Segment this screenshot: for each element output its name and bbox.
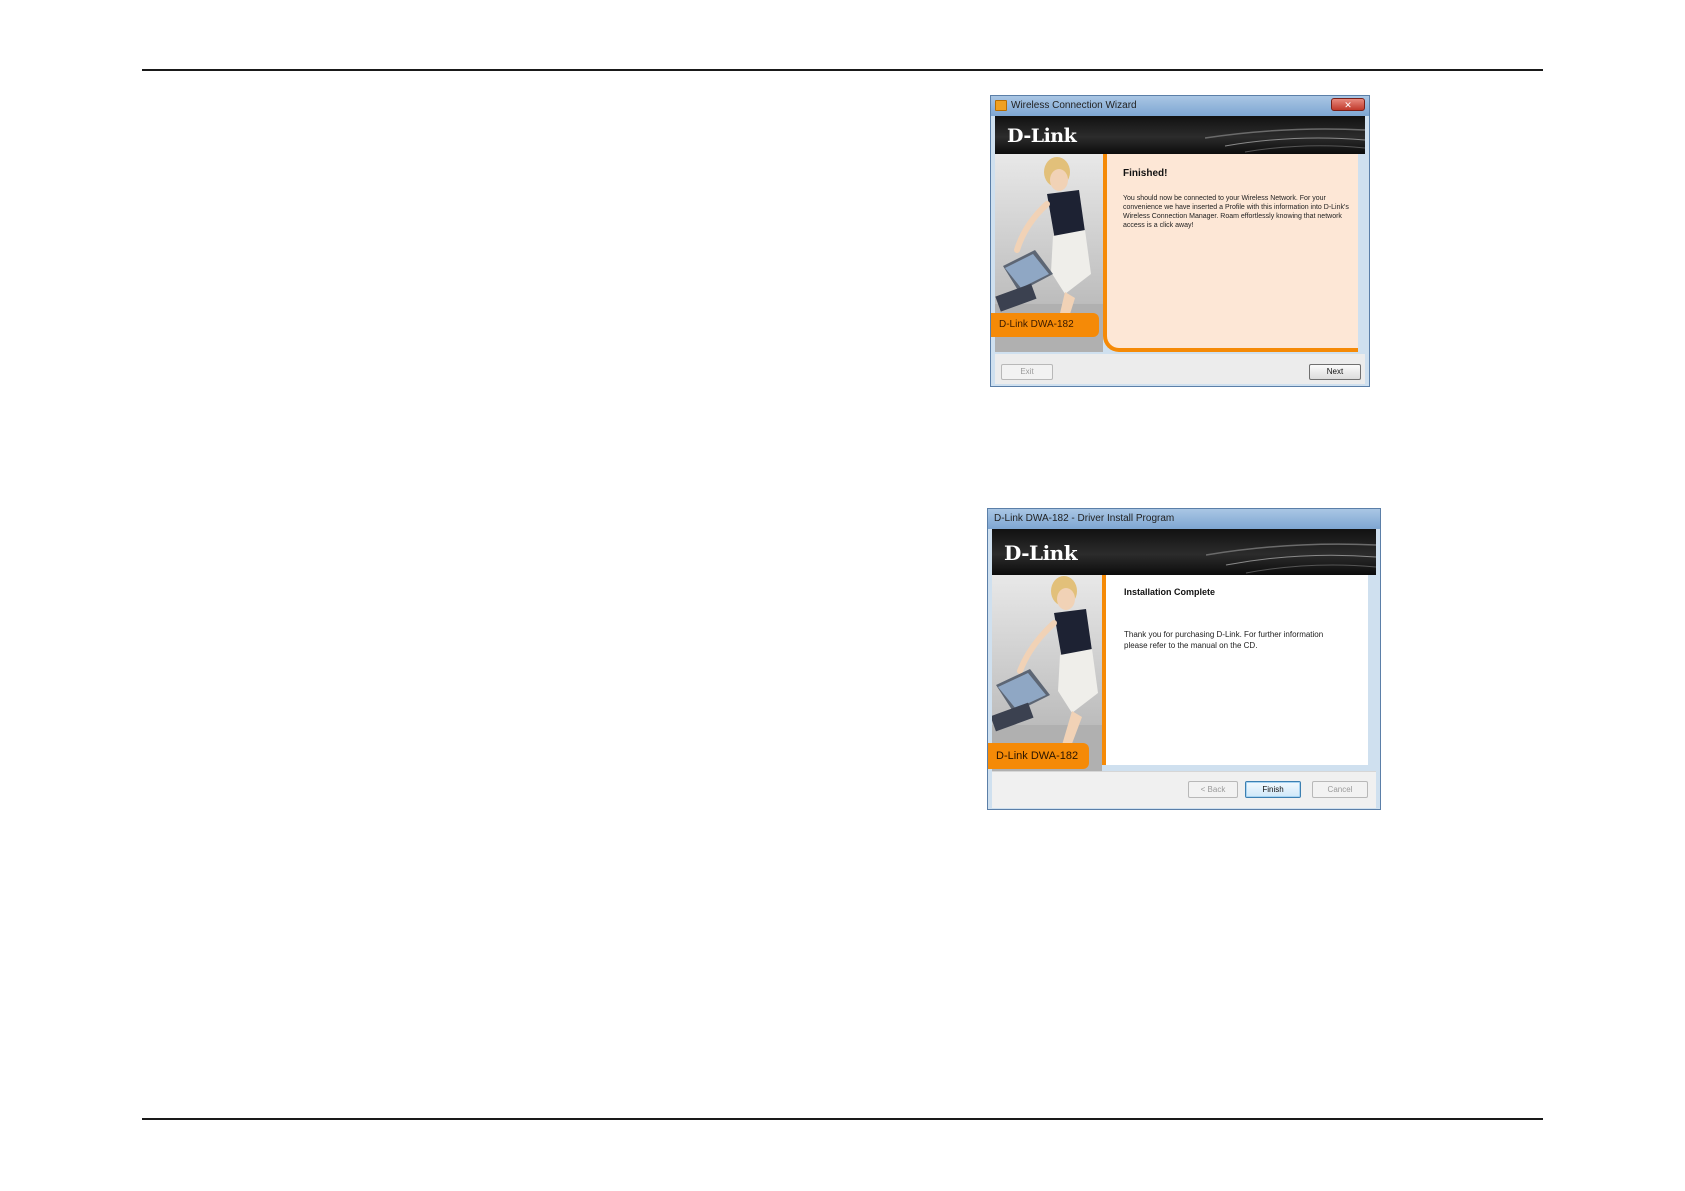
next-button[interactable]: Next: [1309, 364, 1361, 380]
cancel-button[interactable]: Cancel: [1312, 781, 1368, 798]
product-photo-panel: [992, 575, 1102, 771]
close-button[interactable]: ✕: [1331, 98, 1365, 111]
install-heading: Installation Complete: [1124, 587, 1216, 597]
install-footer: < Back Finish Cancel: [992, 771, 1376, 808]
title-bar[interactable]: D-Link DWA-182 - Driver Install Program: [988, 509, 1380, 529]
top-rule: [142, 69, 1543, 71]
model-label-badge: D-Link DWA-182: [991, 313, 1099, 337]
d-link-logo: D-Link: [1004, 541, 1078, 565]
back-button[interactable]: < Back: [1188, 781, 1238, 798]
model-label-badge: D-Link DWA-182: [988, 743, 1089, 769]
d-link-logo: D-Link: [1007, 125, 1077, 147]
wizard-heading: Finished!: [1123, 168, 1168, 179]
finish-button[interactable]: Finish: [1245, 781, 1301, 798]
wizard-footer: Exit Next: [995, 354, 1365, 384]
wizard-body-text: You should now be connected to your Wire…: [1123, 195, 1349, 229]
app-icon: [995, 100, 1007, 111]
window-title: Wireless Connection Wizard: [1011, 100, 1137, 111]
brand-banner: D-Link: [995, 116, 1365, 154]
wizard-content-panel: Finished! You should now be connected to…: [1103, 154, 1358, 352]
install-body-text: Thank you for purchasing D-Link. For fur…: [1124, 630, 1324, 650]
banner-swoosh-graphic: [1206, 543, 1376, 574]
wireless-connection-wizard-window: Wireless Connection Wizard ✕ D-Link D-Li…: [990, 95, 1370, 387]
title-bar[interactable]: Wireless Connection Wizard ✕: [991, 96, 1369, 116]
driver-install-program-window: D-Link DWA-182 - Driver Install Program …: [987, 508, 1381, 810]
woman-with-laptop-image: [992, 576, 1102, 771]
exit-button[interactable]: Exit: [1001, 364, 1053, 380]
banner-swoosh-graphic: [1205, 128, 1365, 153]
window-title: D-Link DWA-182 - Driver Install Program: [994, 513, 1175, 524]
install-content-panel: Installation Complete Thank you for purc…: [1102, 575, 1368, 765]
brand-banner: D-Link: [992, 529, 1376, 575]
bottom-rule: [142, 1118, 1543, 1120]
